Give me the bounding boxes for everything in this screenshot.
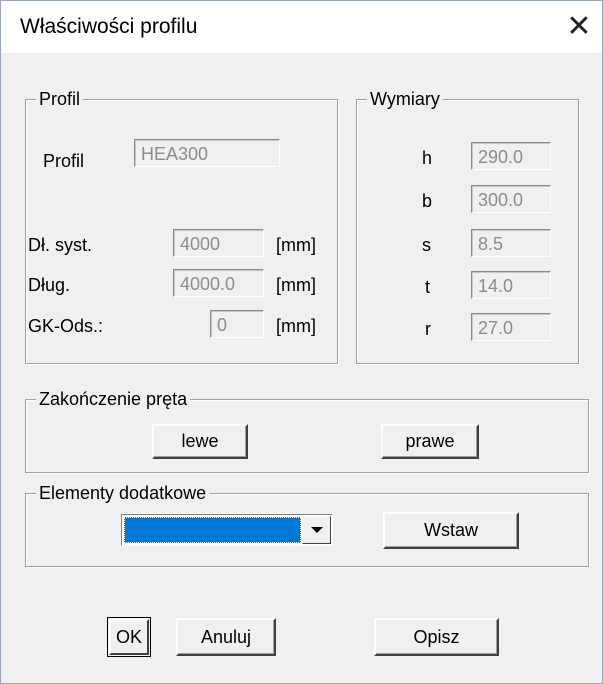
- profil-label: Profil: [43, 151, 85, 171]
- dim-field-t[interactable]: 14.0: [471, 271, 551, 299]
- gk-ods-field[interactable]: 0: [210, 310, 264, 338]
- dl-syst-label: Dł. syst.: [28, 235, 93, 255]
- dim-label-t: t: [425, 277, 431, 297]
- dropdown-selected-value: [124, 517, 301, 543]
- dl-syst-field[interactable]: 4000: [173, 229, 264, 257]
- describe-button[interactable]: Opisz: [374, 618, 499, 656]
- elementy-group-legend: Elementy dodatkowe: [36, 482, 210, 504]
- ok-button[interactable]: OK: [107, 617, 151, 657]
- window-title: Właściwości profilu: [20, 15, 198, 38]
- dl-syst-unit: [mm]: [276, 235, 316, 255]
- dim-label-h: h: [422, 148, 433, 168]
- dim-field-b[interactable]: 300.0: [471, 185, 551, 213]
- zakonczenie-group: Zakończenie pręta lewe prawe: [25, 388, 589, 473]
- dim-field-s[interactable]: 8.5: [471, 229, 551, 257]
- wymiary-group: Wymiary h 290.0 b 300.0 s 8.5 t 14.0 r 2…: [356, 88, 579, 364]
- ok-button-label: OK: [109, 619, 149, 655]
- cancel-button[interactable]: Anuluj: [176, 618, 276, 656]
- profil-group: Profil Profil HEA300 Dł. syst. 4000 [mm]…: [25, 88, 338, 364]
- dialog-window: Właściwości profilu ✕ Profil Profil HEA3…: [0, 0, 603, 684]
- elementy-dropdown[interactable]: [121, 514, 333, 546]
- wymiary-group-legend: Wymiary: [367, 88, 443, 110]
- title-bar: Właściwości profilu ✕: [1, 1, 602, 53]
- gk-ods-label: GK-Ods.:: [28, 316, 104, 336]
- right-end-button[interactable]: prawe: [381, 424, 479, 459]
- insert-button[interactable]: Wstaw: [383, 512, 519, 549]
- dim-label-s: s: [422, 235, 431, 255]
- close-button[interactable]: ✕: [562, 10, 596, 44]
- dlug-field[interactable]: 4000.0: [173, 269, 264, 297]
- dim-field-h[interactable]: 290.0: [471, 142, 551, 170]
- dim-field-r[interactable]: 27.0: [471, 313, 551, 341]
- left-end-button[interactable]: lewe: [152, 424, 248, 459]
- dim-label-r: r: [425, 319, 431, 339]
- chevron-down-icon: [310, 527, 323, 533]
- dlug-unit: [mm]: [276, 275, 316, 295]
- dlug-label: Dług.: [28, 275, 71, 295]
- profil-field[interactable]: HEA300: [134, 139, 280, 167]
- gk-ods-unit: [mm]: [276, 316, 316, 336]
- zakonczenie-group-legend: Zakończenie pręta: [36, 388, 191, 410]
- dropdown-arrow-button[interactable]: [302, 516, 331, 544]
- close-icon: ✕: [566, 10, 592, 43]
- profil-group-legend: Profil: [36, 88, 84, 110]
- dim-label-b: b: [422, 191, 433, 211]
